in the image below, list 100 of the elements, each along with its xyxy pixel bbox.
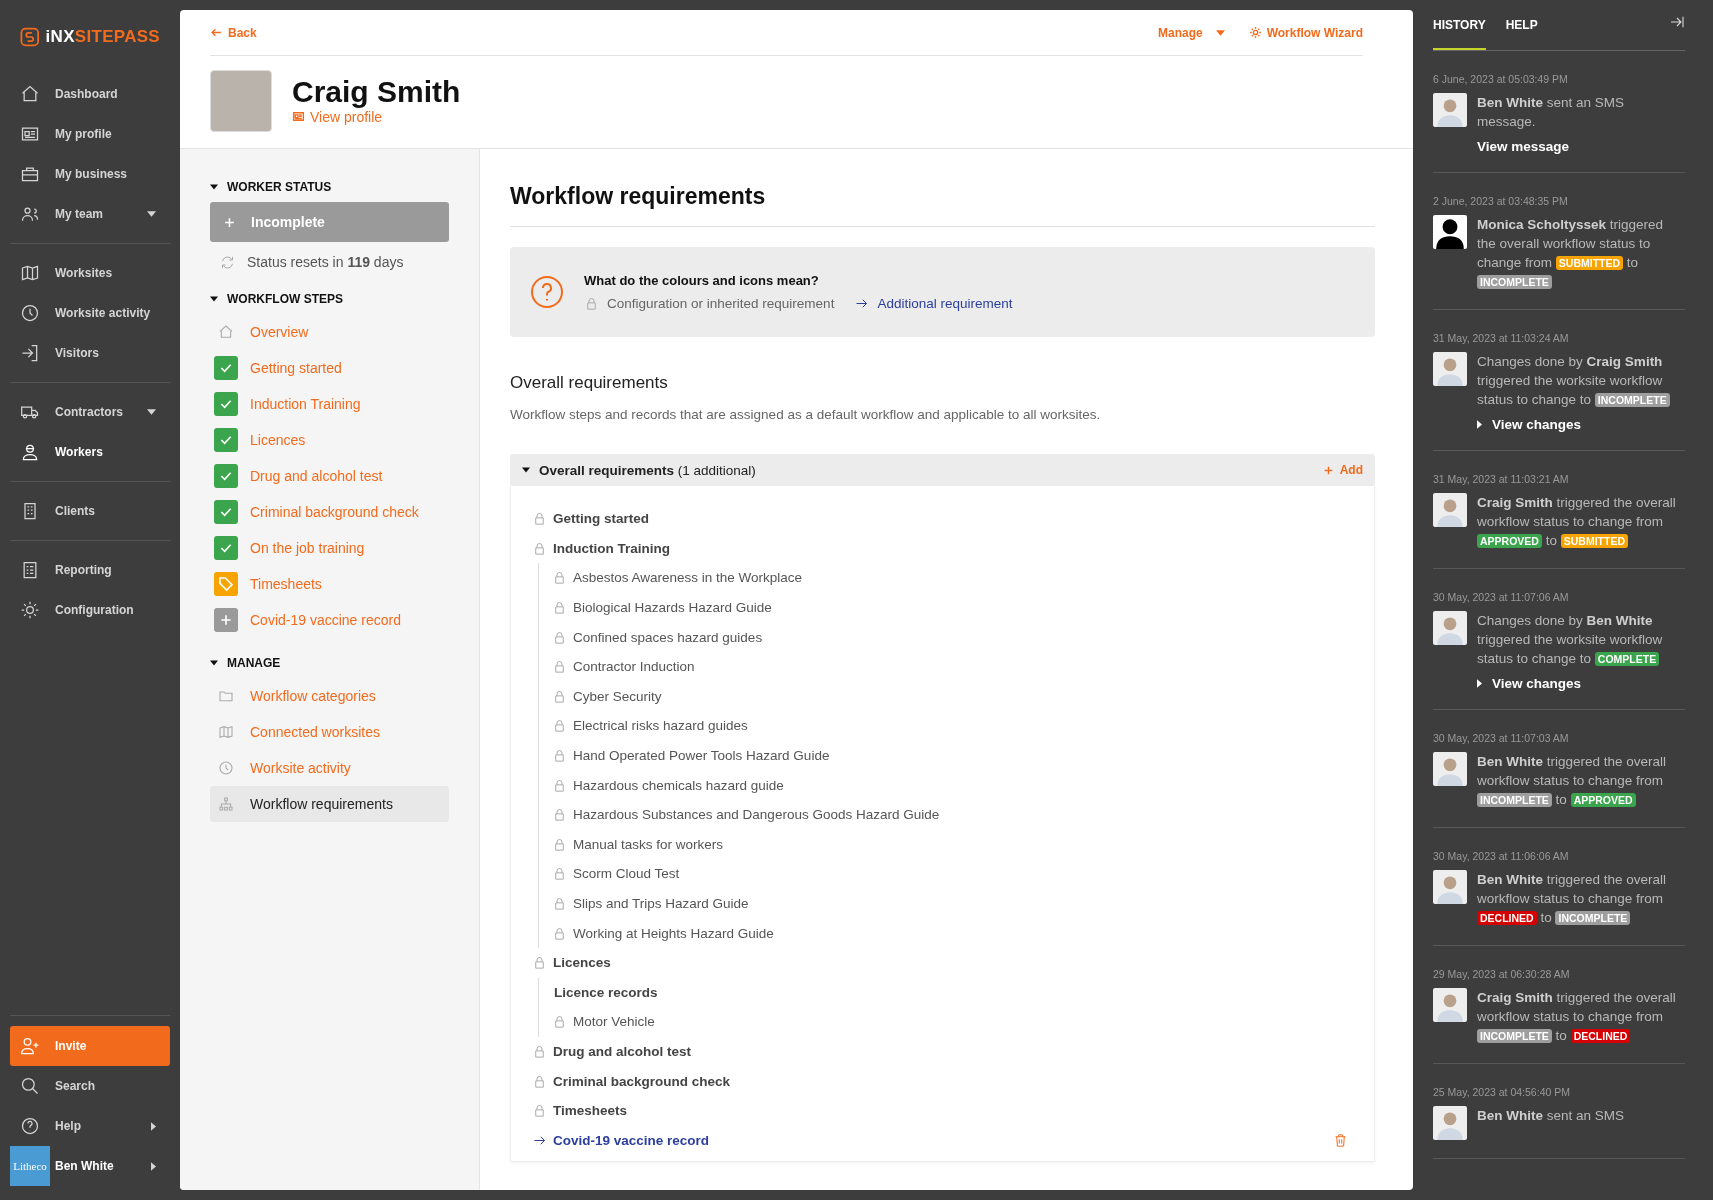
lock-icon	[532, 540, 547, 556]
history-date: 30 May, 2023 at 11:07:03 AM	[1433, 732, 1570, 744]
history-text: Craig Smith triggered the overall workflow status to change from INCOMPLETE to DECLINED	[1477, 989, 1677, 1045]
history-date: 6 June, 2023 at 05:03:49 PM	[1433, 73, 1569, 85]
requirement-label: Working at Heights Hazard Guide	[573, 925, 774, 941]
status-badge: INCOMPLETE	[1477, 793, 1552, 807]
caret-icon	[147, 409, 156, 415]
requirement-label: Licences	[553, 955, 611, 971]
lock-icon	[552, 807, 567, 823]
history-text: Ben White triggered the overall workflow status to change from DECLINED to INCOMPLETE	[1477, 871, 1668, 927]
history-text: Ben White sent an SMS message.	[1477, 94, 1626, 131]
caret-icon	[210, 184, 218, 190]
history-link[interactable]: View changes	[1477, 676, 1685, 691]
legend-label: Configuration or inherited requirement	[607, 296, 835, 311]
requirement-label: Electrical risks hazard guides	[573, 718, 748, 734]
status-badge: DECLINED	[1477, 911, 1537, 925]
history-text: Ben White sent an SMS	[1477, 1107, 1626, 1125]
history-link[interactable]: View changes	[1477, 417, 1685, 432]
nav-item[interactable]: Help	[10, 1106, 170, 1146]
logo-text: iNXSITEPASS	[45, 27, 160, 47]
lock-icon	[532, 1103, 547, 1119]
lock-icon	[532, 1044, 547, 1059]
lock-icon	[552, 629, 567, 645]
requirement-label: Motor Vehicle	[573, 1014, 655, 1030]
status-badge: SUBMITTED	[1555, 256, 1624, 270]
status-reset-text: Status resets in 119 days	[247, 254, 404, 270]
nav-item[interactable]: Worksites	[10, 253, 170, 293]
section-heading: WORKER STATUS	[227, 180, 332, 194]
panel-tab[interactable]: HELP	[1505, 0, 1538, 50]
nav-item[interactable]: Search	[10, 1066, 170, 1106]
account-item[interactable]: Litheco Ben White	[10, 1146, 170, 1186]
requirement-label: Getting started	[553, 511, 649, 527]
nav-item[interactable]: Clients	[10, 491, 170, 531]
nav-item[interactable]: Dashboard	[10, 74, 170, 114]
caret-icon	[1477, 420, 1482, 429]
caret-icon	[151, 1161, 156, 1171]
status-badge: INCOMPLETE	[1477, 275, 1552, 289]
history-date: 2 June, 2023 at 03:48:35 PM	[1433, 195, 1569, 207]
history-date: 31 May, 2023 at 11:03:21 AM	[1433, 473, 1570, 485]
home-icon	[20, 84, 40, 104]
clock-icon	[20, 303, 40, 323]
status-badge: INCOMPLETE	[1555, 911, 1631, 925]
lock-icon	[552, 570, 567, 586]
requirement-label: Hand Operated Power Tools Hazard Guide	[573, 748, 830, 764]
panel-tab[interactable]: HISTORY	[1433, 0, 1486, 50]
caret-icon	[1477, 679, 1482, 688]
requirement-label: Covid-19 vaccine record	[553, 1132, 710, 1148]
requirement-label: Licence records	[554, 984, 658, 1000]
nav-item[interactable]: My profile	[10, 114, 170, 154]
nav-item[interactable]: Workers	[10, 432, 170, 472]
refresh-icon	[220, 254, 235, 270]
history-date: 30 May, 2023 at 11:06:06 AM	[1433, 850, 1570, 862]
nav-item[interactable]: My business	[10, 154, 170, 194]
caret-icon	[1215, 29, 1225, 36]
caret-icon	[151, 1121, 156, 1131]
status-badge: COMPLETE	[1594, 652, 1660, 666]
history-text: Monica Scholtyssek triggered the overall workflow status to change from SUBMITTED to INCOMPLETE	[1477, 216, 1665, 291]
accordion-title: Overall requirements (1 additional)	[539, 462, 757, 478]
requirement-label: Hazardous Substances and Dangerous Goods Hazard Guide	[573, 807, 940, 823]
nav-item[interactable]: Configuration	[10, 590, 170, 630]
sign-in-icon	[20, 343, 40, 363]
nav-item[interactable]: Visitors	[10, 333, 170, 373]
requirement-label: Asbestos Awareness in the Workplace	[573, 570, 803, 586]
collapse-panel-icon[interactable]	[1669, 14, 1685, 30]
status-badge: SUBMITTED	[1560, 534, 1628, 548]
accordion-header[interactable]: Overall requirements (1 additional) Add	[510, 454, 1375, 486]
section-title: Overall requirements	[510, 373, 669, 393]
history-link[interactable]: View message	[1477, 139, 1685, 154]
lock-icon	[552, 1014, 567, 1030]
delete-icon[interactable]	[1333, 1132, 1348, 1148]
section-description: Workflow steps and records that are assigned as a default workflow and applicable to all worksites.	[510, 407, 1102, 422]
worker-name: Craig Smith	[292, 74, 461, 109]
lock-icon	[532, 511, 547, 527]
requirement-label: Scorm Cloud Test	[573, 866, 680, 882]
requirement-label: Slips and Trips Hazard Guide	[573, 896, 749, 911]
history-date: 25 May, 2023 at 04:56:40 PM	[1433, 1086, 1571, 1098]
folder-icon	[218, 688, 234, 704]
history-text: Changes done by Craig Smith triggered the worksite workflow status to change to INCOMPLETE	[1477, 352, 1685, 409]
nav-item[interactable]: Reporting	[10, 550, 170, 590]
caret-icon	[147, 211, 156, 217]
nav-item[interactable]: Contractors	[10, 392, 170, 432]
status-badge: APPROVED	[1570, 793, 1636, 807]
map-icon	[218, 724, 234, 740]
add-user-icon	[20, 1036, 40, 1056]
section-heading: WORKFLOW STEPS	[227, 292, 343, 306]
back-arrow-icon	[210, 26, 223, 39]
nav-item[interactable]: My team	[10, 194, 170, 234]
lock-icon	[552, 896, 567, 911]
lock-icon	[532, 955, 547, 971]
lock-icon	[552, 718, 567, 734]
requirement-label: Confined spaces hazard guides	[573, 629, 763, 645]
lock-icon	[552, 866, 567, 882]
manage-item[interactable]: Workflow requirements	[210, 786, 449, 822]
history-date: 31 May, 2023 at 11:03:24 AM	[1433, 332, 1570, 344]
map-icon	[20, 263, 40, 283]
requirement-label: Timesheets	[553, 1103, 628, 1119]
history-text: Changes done by Ben White triggered the worksite workflow status to change to COMPLETE	[1477, 612, 1664, 668]
nav-item[interactable]: Worksite activity	[10, 293, 170, 333]
lock-icon	[552, 659, 567, 675]
status-badge: INCOMPLETE	[1594, 393, 1670, 407]
